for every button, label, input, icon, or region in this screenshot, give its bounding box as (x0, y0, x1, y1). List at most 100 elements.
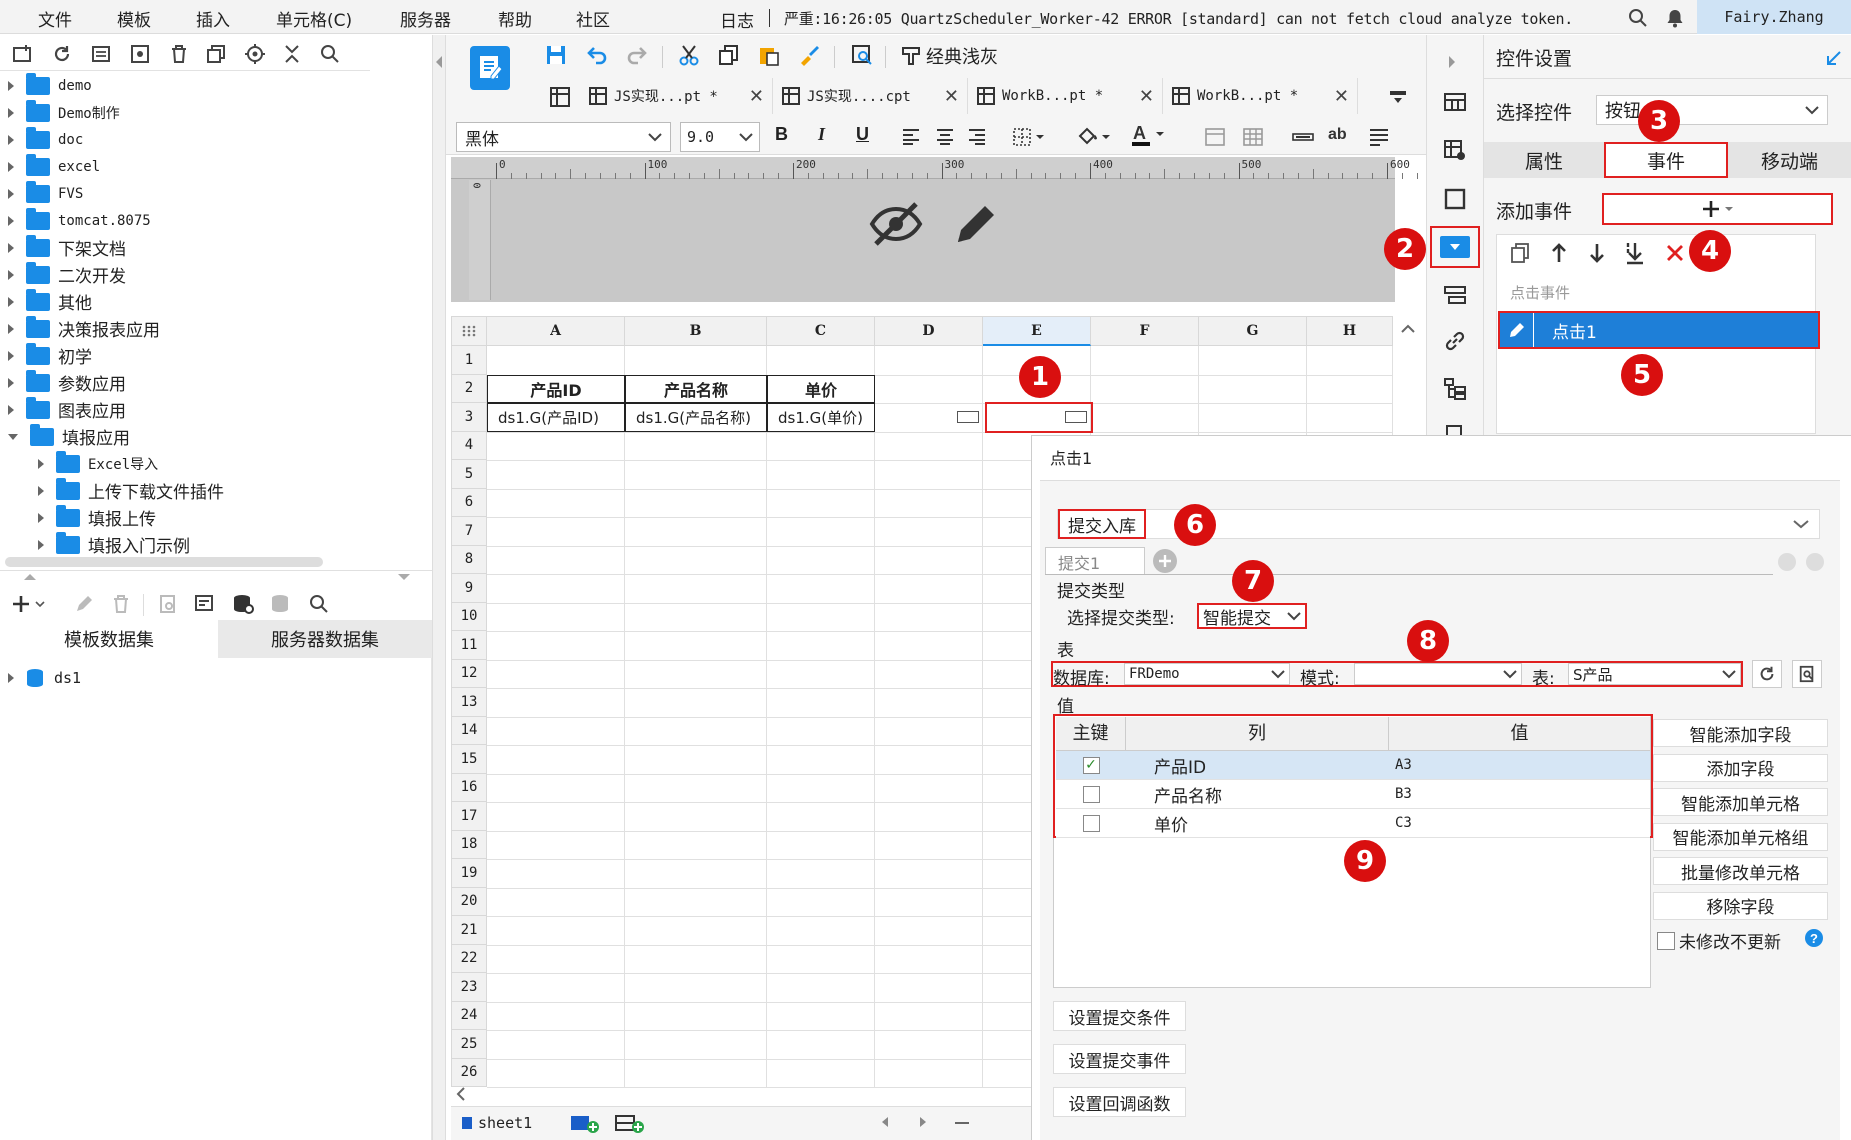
side-button[interactable]: 批量修改单元格 (1653, 857, 1828, 885)
row-header[interactable]: 9 (451, 574, 487, 603)
row-header[interactable]: 18 (451, 830, 487, 859)
bell-icon[interactable] (1666, 8, 1684, 28)
cell-element-icon[interactable] (1440, 135, 1470, 165)
copy-cell-icon[interactable] (714, 40, 744, 70)
field-row[interactable]: 单价 C3 (1056, 809, 1650, 838)
font-size-select[interactable]: 9.0 (680, 122, 760, 152)
select-control-dropdown[interactable]: 按钮 (1596, 95, 1828, 125)
menu-item[interactable]: 插入 (196, 6, 230, 31)
border-icon[interactable] (1010, 122, 1050, 152)
tree-item[interactable]: 下架文档 (0, 234, 370, 261)
menu-item[interactable]: 服务器 (400, 6, 451, 31)
hidden-eye-icon[interactable] (868, 200, 924, 252)
side-button[interactable]: 添加字段 (1653, 753, 1828, 782)
table-select[interactable]: S产品 (1568, 663, 1741, 685)
expand-node-icon[interactable] (8, 377, 14, 388)
column-header[interactable]: H (1307, 316, 1393, 346)
tree-item[interactable]: Excel导入 (0, 450, 370, 477)
column-header[interactable]: B (625, 316, 767, 346)
data-cell[interactable]: ds1.G(单价) (767, 403, 875, 432)
move-bottom-icon[interactable] (1620, 238, 1650, 268)
close-tab-icon[interactable]: ✕ (1139, 86, 1154, 107)
row-header[interactable]: 3 (451, 403, 487, 432)
add-dataset-icon[interactable] (10, 589, 50, 619)
zoom-minus-icon[interactable] (955, 1122, 969, 1124)
refresh-icon[interactable] (47, 39, 77, 69)
row-header[interactable]: 21 (451, 916, 487, 945)
row-header[interactable]: 4 (451, 431, 487, 460)
tab-mobile[interactable]: 移动端 (1728, 142, 1851, 178)
fill-color-icon[interactable] (1074, 122, 1114, 152)
split-icon[interactable] (1238, 122, 1268, 152)
primary-key-checkbox[interactable] (1082, 814, 1100, 832)
wrap-icon[interactable] (1288, 122, 1318, 152)
refresh-table-icon[interactable] (1752, 660, 1782, 688)
schema-select[interactable] (1354, 663, 1522, 685)
field-value[interactable]: A3 (1389, 757, 1650, 773)
expand-node-icon[interactable] (8, 215, 14, 226)
expand-node-icon[interactable] (38, 458, 44, 469)
text-icon[interactable]: ab (1328, 126, 1347, 144)
settings-icon[interactable] (125, 39, 155, 69)
expand-node-icon[interactable] (8, 188, 14, 199)
move-down-icon[interactable] (1582, 238, 1612, 268)
field-value[interactable]: C3 (1389, 815, 1650, 831)
tree-item[interactable]: doc (0, 126, 370, 153)
bottom-button[interactable]: 设置提交条件 (1053, 1001, 1186, 1031)
database-icon[interactable] (228, 589, 258, 619)
row-header[interactable]: 6 (451, 488, 487, 517)
menu-item[interactable]: 模板 (117, 6, 151, 31)
row-header[interactable]: 16 (451, 773, 487, 802)
save-icon[interactable] (541, 40, 571, 70)
submit-tab[interactable]: 提交1 (1045, 547, 1145, 575)
tree-item[interactable]: FVS (0, 180, 370, 207)
dataset-tab-template[interactable]: 模板数据集 (0, 620, 218, 658)
tree-item[interactable]: 填报上传 (0, 504, 370, 531)
column-header[interactable]: C (767, 316, 875, 346)
row-header[interactable]: 20 (451, 887, 487, 916)
tree-item[interactable]: 图表应用 (0, 396, 370, 423)
dataset-tab-server[interactable]: 服务器数据集 (218, 620, 432, 658)
search-icon[interactable] (1628, 8, 1648, 28)
row-header[interactable]: 2 (451, 374, 487, 403)
header-cell[interactable]: 产品名称 (625, 374, 767, 403)
chevron-down-icon[interactable] (398, 574, 410, 580)
move-up-icon[interactable] (1544, 238, 1574, 268)
properties-icon[interactable] (86, 39, 116, 69)
field-row[interactable]: 产品名称 B3 (1056, 780, 1650, 809)
cut-icon[interactable] (674, 40, 704, 70)
cell-attr-icon[interactable] (1440, 88, 1470, 118)
expand-node-icon[interactable] (38, 485, 44, 496)
row-header[interactable]: 25 (451, 1030, 487, 1059)
column-header[interactable]: E (983, 316, 1091, 346)
collapse-left-icon[interactable] (436, 56, 442, 68)
sheet-vscroll-up[interactable] (1397, 318, 1419, 340)
template-tab[interactable]: WorkB...pt * ✕ (968, 78, 1163, 114)
server-db-icon[interactable] (266, 589, 296, 619)
undo-icon[interactable] (582, 40, 612, 70)
row-header[interactable]: 13 (451, 688, 487, 717)
tree-item[interactable]: 填报应用 (0, 423, 370, 450)
bold-icon[interactable]: B (775, 124, 788, 145)
row-header[interactable]: 12 (451, 659, 487, 688)
row-header[interactable]: 23 (451, 973, 487, 1002)
find-icon[interactable] (847, 40, 877, 70)
expand-node-icon[interactable] (8, 350, 14, 361)
tree-scrollbar[interactable] (5, 557, 323, 567)
font-color-icon[interactable]: A (1128, 120, 1168, 150)
row-header[interactable]: 15 (451, 745, 487, 774)
hyperlink-icon[interactable] (1440, 326, 1470, 356)
data-cell[interactable]: ds1.G(产品名称) (625, 403, 767, 432)
tree-icon[interactable] (1440, 374, 1470, 404)
side-button[interactable]: 移除字段 (1653, 891, 1828, 920)
tree-item[interactable]: demo (0, 72, 370, 99)
header-cell[interactable]: 单价 (767, 374, 875, 403)
add-event-button[interactable] (1602, 193, 1833, 225)
tab-menu-icon[interactable] (1383, 82, 1413, 112)
add-sheet-icon[interactable] (568, 1108, 604, 1138)
side-button[interactable]: 智能添加单元格 (1653, 788, 1828, 816)
sheet-tab[interactable]: sheet1 (462, 1110, 532, 1136)
template-tab[interactable]: JS实现....cpt ✕ (773, 78, 968, 114)
row-header[interactable]: 1 (451, 346, 487, 375)
header-cell[interactable]: 产品ID (487, 374, 625, 403)
